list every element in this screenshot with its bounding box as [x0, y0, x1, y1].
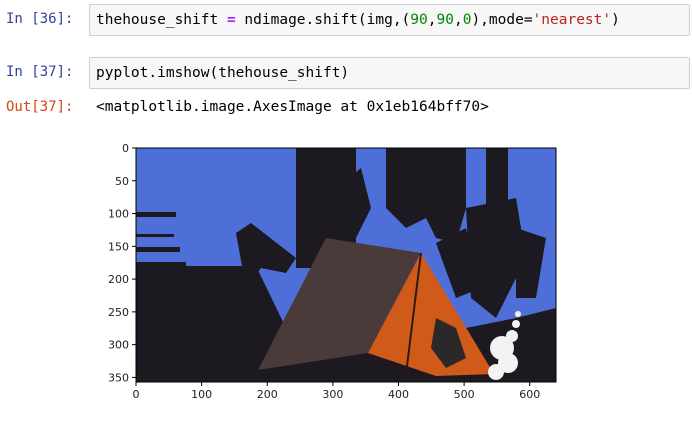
x-tick-label: 200 [257, 388, 278, 401]
y-tick-label: 150 [108, 240, 129, 253]
x-tick-label: 100 [191, 388, 212, 401]
left-bar [136, 262, 186, 266]
input-prompt: In [37]: [6, 64, 74, 80]
output-prompt: Out[37]: [6, 99, 74, 115]
x-tick-label: 300 [322, 388, 343, 401]
code-token: = [218, 12, 245, 28]
smoke-puff [515, 311, 521, 317]
y-axis: 0 50 100 150 200 250 300 350 [108, 142, 136, 384]
smoke-puff [488, 364, 504, 380]
smoke-puff [512, 320, 520, 328]
code-token: thehouse_shift [96, 12, 219, 28]
y-tick-label: 200 [108, 273, 129, 286]
code-token: 90 [436, 12, 454, 28]
output-text: <matplotlib.image.AxesImage at 0x1eb164b… [96, 99, 489, 115]
y-tick-label: 100 [108, 208, 129, 221]
code-token: 'nearest' [532, 12, 612, 28]
code-token: ndimage.shift(img,( [244, 12, 411, 28]
y-tick-label: 0 [122, 142, 129, 155]
x-axis: 0 100 200 300 400 500 600 [133, 382, 540, 401]
x-tick-label: 400 [388, 388, 409, 401]
left-bar [136, 234, 174, 237]
plot-output: 0 100 200 300 400 500 600 0 50 100 150 200 250 300 35… [108, 142, 557, 401]
x-tick-label: 600 [519, 388, 540, 401]
y-tick-label: 50 [115, 175, 129, 188]
code-text: pyplot.imshow(thehouse_shift) [96, 65, 350, 81]
code-token: ) [611, 12, 620, 28]
code-token: 90 [410, 12, 428, 28]
code-token: , [427, 12, 437, 28]
code-editor[interactable]: thehouse_shift = ndimage.shift(img,(90,9… [89, 4, 690, 36]
code-editor[interactable]: pyplot.imshow(thehouse_shift) [89, 57, 690, 89]
code-token: , [453, 12, 463, 28]
x-tick-label: 500 [454, 388, 475, 401]
x-tick-label: 0 [133, 388, 140, 401]
smoke-puff [506, 330, 518, 342]
plot-image [136, 148, 556, 382]
code-token: ),mode= [471, 12, 533, 28]
left-bar [136, 212, 176, 217]
y-tick-label: 250 [108, 306, 129, 319]
input-prompt: In [36]: [6, 11, 74, 27]
left-bar [136, 247, 180, 252]
y-tick-label: 350 [108, 371, 129, 384]
y-tick-label: 300 [108, 339, 129, 352]
